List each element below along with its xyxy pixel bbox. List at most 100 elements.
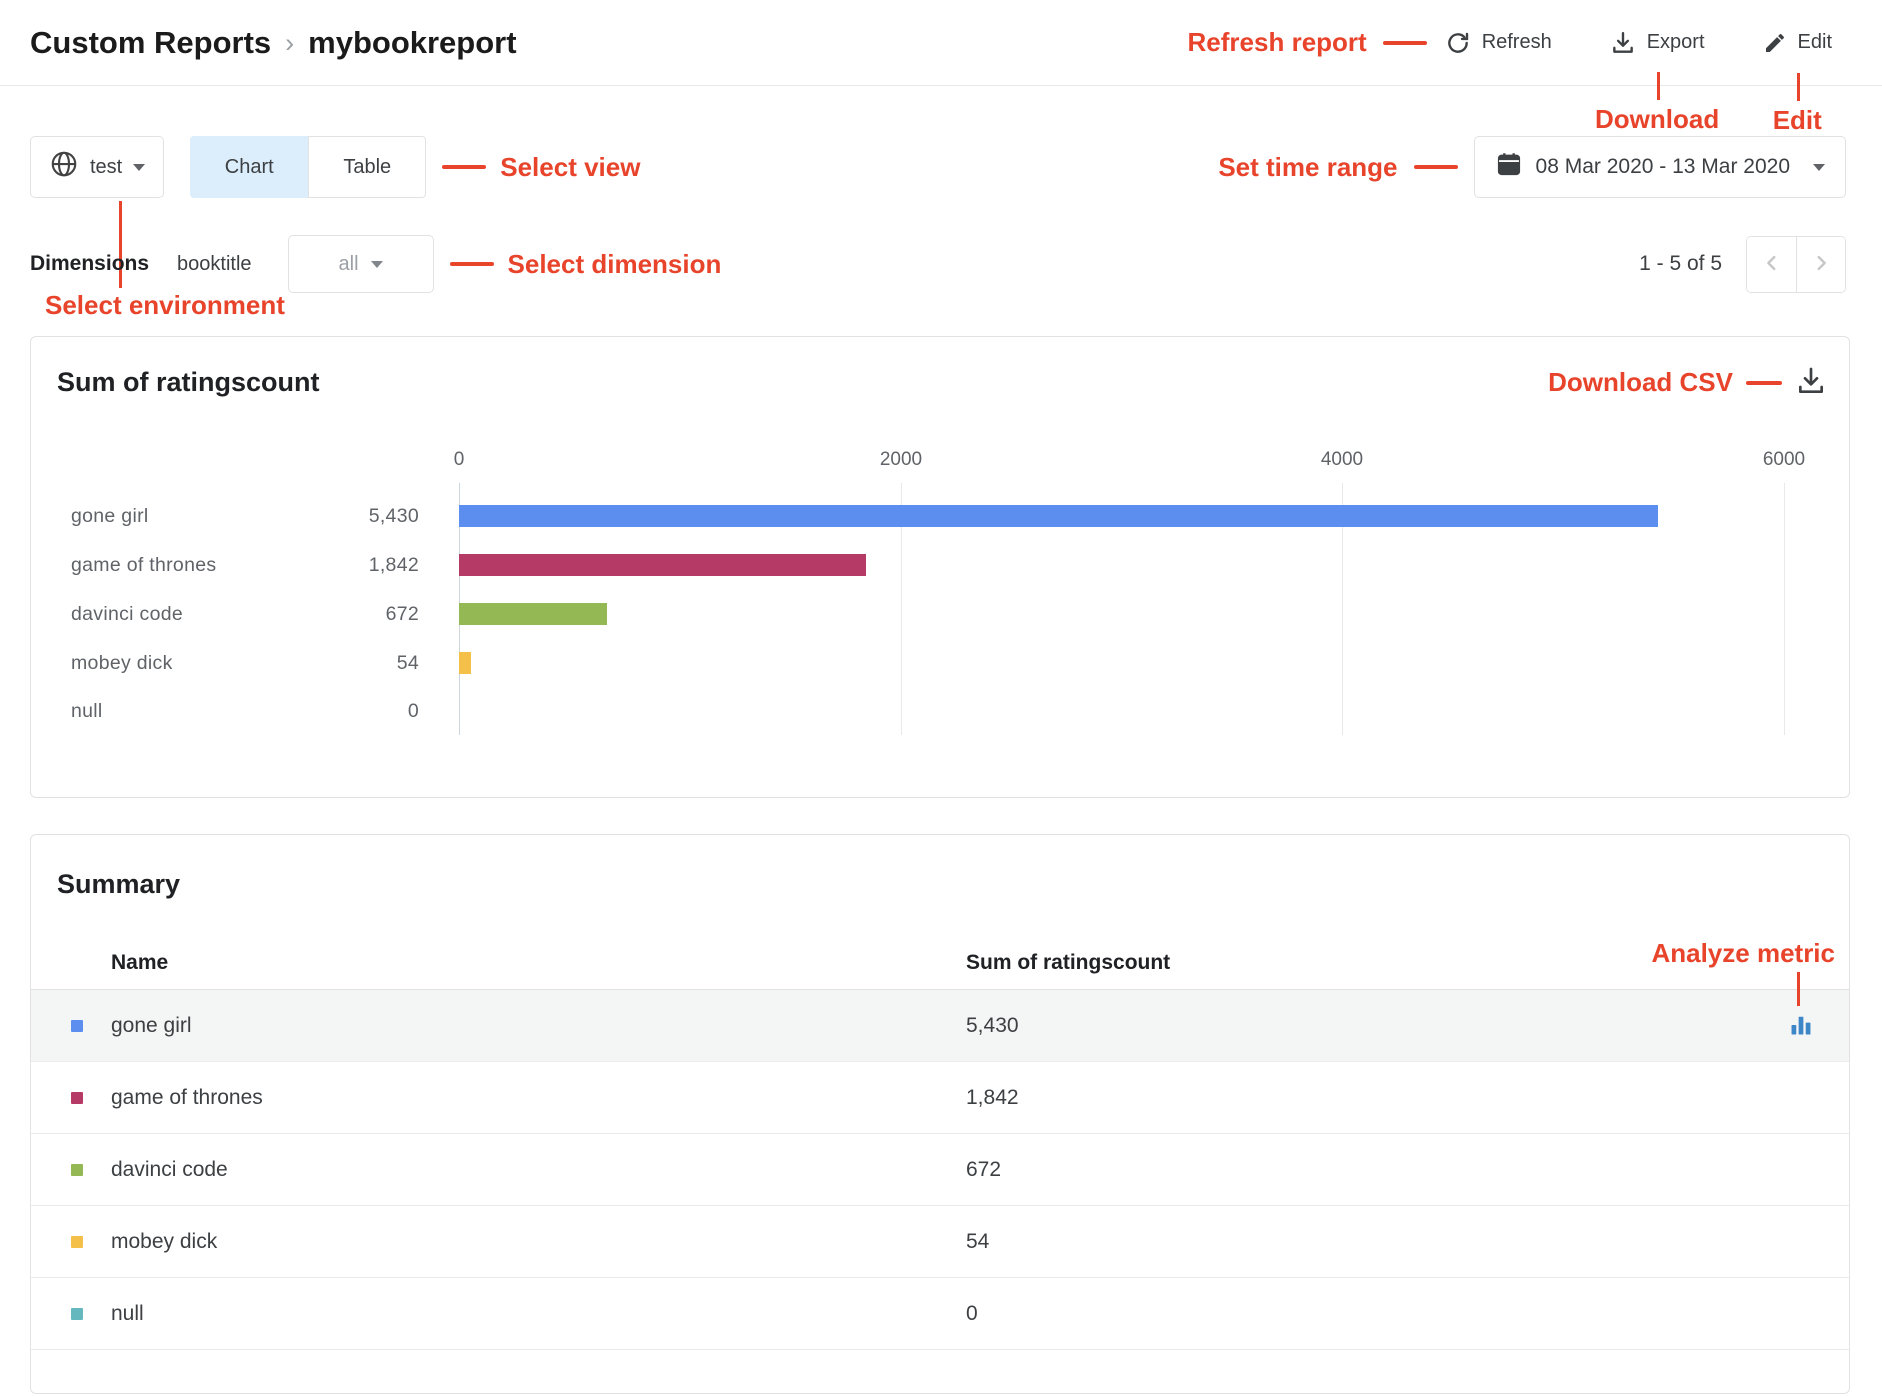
tab-table[interactable]: Table xyxy=(308,136,426,198)
chart-bar xyxy=(459,652,471,674)
chart-bar-track xyxy=(459,700,1784,722)
breadcrumb-separator-icon: › xyxy=(285,26,294,59)
chart-bar-track xyxy=(459,603,1784,625)
export-label: Export xyxy=(1647,31,1705,54)
toolbar: test Select environment Chart Table Sele… xyxy=(30,136,1846,198)
annotation-select-environment: Select environment xyxy=(45,290,285,321)
breadcrumb-root[interactable]: Custom Reports xyxy=(30,25,271,61)
table-row[interactable]: game of thrones 1,842 xyxy=(31,1062,1849,1134)
header: Custom Reports › mybookreport Refresh re… xyxy=(0,0,1882,86)
x-axis-tick: 4000 xyxy=(1321,449,1363,471)
edit-label: Edit xyxy=(1798,31,1832,54)
column-header-name: Name xyxy=(111,935,168,990)
annotation-connector xyxy=(1657,72,1660,100)
row-name: gone girl xyxy=(111,990,192,1062)
row-name: davinci code xyxy=(111,1134,228,1206)
table-row[interactable]: Analyze metric gone girl 5,430 xyxy=(31,990,1849,1062)
annotation-connector xyxy=(1797,972,1800,1006)
dimension-filter-select[interactable]: all xyxy=(288,235,434,293)
summary-table: Analyze metric gone girl 5,430 xyxy=(31,990,1849,1350)
chart-bar-track xyxy=(459,505,1784,527)
table-row[interactable]: mobey dick 54 xyxy=(31,1206,1849,1278)
chart-row: null 0 xyxy=(31,697,1849,725)
annotation-connector xyxy=(1797,73,1800,101)
chart-bar-track xyxy=(459,554,1784,576)
date-range-value: 08 Mar 2020 - 13 Mar 2020 xyxy=(1536,155,1790,179)
environment-value: test xyxy=(90,156,122,179)
breadcrumb: Custom Reports › mybookreport xyxy=(30,25,517,61)
chevron-down-icon xyxy=(1813,164,1825,177)
chart-category-label: davinci code xyxy=(71,600,183,628)
chart-bar-track xyxy=(459,652,1784,674)
row-name: null xyxy=(111,1278,144,1350)
chart-bar xyxy=(459,554,866,576)
row-value: 5,430 xyxy=(966,990,1019,1062)
custom-reports-page: Custom Reports › mybookreport Refresh re… xyxy=(0,0,1882,1396)
chevron-right-icon xyxy=(1810,252,1832,277)
chart-category-label: gone girl xyxy=(71,502,149,530)
chart-bar xyxy=(459,603,607,625)
table-row[interactable]: davinci code 672 xyxy=(31,1134,1849,1206)
pagination-controls xyxy=(1746,236,1846,293)
summary-card: Summary Name Sum of ratingscount Analyze… xyxy=(30,834,1850,1394)
edit-button[interactable]: Edit Edit xyxy=(1763,31,1832,55)
chart-bar xyxy=(459,505,1658,527)
calendar-icon xyxy=(1495,150,1523,184)
tab-chart[interactable]: Chart xyxy=(190,136,308,198)
refresh-button[interactable]: Refresh xyxy=(1445,30,1552,56)
chart-row: davinci code 672 xyxy=(31,600,1849,628)
globe-icon xyxy=(49,149,79,185)
summary-title: Summary xyxy=(57,869,180,900)
chart-value-label: 5,430 xyxy=(261,502,419,530)
environment-select[interactable]: test Select environment xyxy=(30,136,164,198)
annotation-analyze-metric: Analyze metric xyxy=(1651,938,1835,969)
table-row[interactable]: null 0 xyxy=(31,1278,1849,1350)
pagination-next-button[interactable] xyxy=(1796,237,1845,292)
chart-category-label: game of thrones xyxy=(71,551,216,579)
row-value: 0 xyxy=(966,1278,978,1350)
summary-table-header: Name Sum of ratingscount xyxy=(31,935,1849,990)
view-toggle: Chart Table xyxy=(190,136,426,198)
dimension-filter-value: all xyxy=(339,253,359,276)
row-value: 54 xyxy=(966,1206,989,1278)
time-range-group: Set time range 08 Mar 2020 - 13 Mar 2020 xyxy=(1218,136,1846,198)
x-axis-tick: 2000 xyxy=(880,449,922,471)
chart-value-label: 54 xyxy=(261,649,419,677)
dimensions-label: Dimensions xyxy=(30,252,149,276)
chart-row: mobey dick 54 xyxy=(31,649,1849,677)
pagination-prev-button[interactable] xyxy=(1747,237,1796,292)
annotation-set-time-range: Set time range xyxy=(1218,152,1397,183)
chart-card: Sum of ratingscount Download CSV 0 2000 … xyxy=(30,336,1850,798)
chart-row: game of thrones 1,842 xyxy=(31,551,1849,579)
annotation-edit: Edit xyxy=(1773,105,1822,136)
chart-row: gone girl 5,430 xyxy=(31,502,1849,530)
header-actions: Refresh report Refresh Export D xyxy=(1188,27,1832,58)
chevron-down-icon xyxy=(133,164,145,177)
annotation-connector xyxy=(1383,41,1427,45)
export-button[interactable]: Export Download xyxy=(1610,30,1705,56)
analyze-metric-button[interactable] xyxy=(1788,1012,1814,1041)
chart-value-label: 1,842 xyxy=(261,551,419,579)
refresh-icon xyxy=(1445,30,1471,56)
row-value: 672 xyxy=(966,1134,1001,1206)
legend-swatch xyxy=(71,1092,83,1104)
annotation-connector xyxy=(1414,165,1458,169)
pencil-icon xyxy=(1763,31,1787,55)
row-name: mobey dick xyxy=(111,1206,217,1278)
pagination-label: 1 - 5 of 5 xyxy=(1639,252,1722,276)
legend-swatch xyxy=(71,1020,83,1032)
chart-category-label: null xyxy=(71,697,103,725)
dimension-name: booktitle xyxy=(177,253,252,276)
bar-chart-icon xyxy=(1788,1026,1814,1041)
date-range-picker[interactable]: 08 Mar 2020 - 13 Mar 2020 xyxy=(1474,136,1846,198)
download-icon xyxy=(1610,30,1636,56)
annotation-refresh-report: Refresh report xyxy=(1188,27,1367,58)
annotation-select-dimension: Select dimension xyxy=(508,249,722,280)
legend-swatch xyxy=(71,1164,83,1176)
row-name: game of thrones xyxy=(111,1062,263,1134)
row-value: 1,842 xyxy=(966,1062,1019,1134)
annotation-download: Download xyxy=(1595,104,1719,135)
x-axis-tick: 6000 xyxy=(1763,449,1805,471)
annotation-select-view: Select view xyxy=(500,152,640,183)
chart-value-label: 672 xyxy=(261,600,419,628)
